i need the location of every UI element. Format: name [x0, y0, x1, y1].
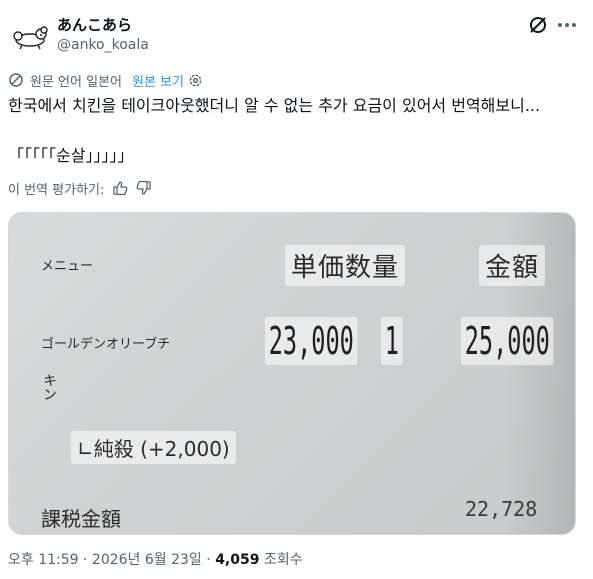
thumbs-down-icon[interactable] [136, 180, 152, 196]
tweet-text-quote: 「「「「「순살」」」」」 [8, 146, 134, 165]
receipt-item-name: ゴールデンオリーブチ [41, 337, 171, 352]
grok-icon [530, 17, 546, 33]
original-language-label: 원문 언어 일본어 [30, 74, 122, 90]
grok-button[interactable] [527, 14, 549, 36]
tweet-text: 한국에서 치킨을 테이크아웃했더니 알 수 없는 추가 요금이 있어서 번역해보… [8, 96, 541, 115]
gear-icon[interactable] [188, 73, 203, 88]
rate-translation: 이 번역 평가하기: [8, 178, 152, 198]
rate-translation-label: 이 번역 평가하기: [8, 182, 105, 198]
thumbs-up-icon[interactable] [112, 180, 128, 196]
show-original-link[interactable]: 원본 보기 [132, 71, 184, 90]
receipt-unit-price-qty: 単価数量 [285, 245, 406, 286]
meta-separator-2: · [206, 552, 211, 568]
display-name[interactable]: あんこあら [57, 14, 132, 35]
tweet-time[interactable]: 오후 11:59 [8, 552, 79, 568]
receipt-menu-label: メニュー [41, 259, 94, 274]
receipt-option: ∟純殺 (+2,000) [71, 431, 236, 464]
avatar[interactable] [8, 14, 52, 58]
receipt-quantity: 1 [381, 317, 403, 365]
meta-separator: · [83, 552, 88, 568]
translate-icon [9, 73, 23, 87]
tweet-date[interactable]: 2026년 6월 23일 [92, 552, 202, 568]
receipt-amount-header: 金額 [479, 245, 546, 286]
receipt-taxable-value: 22,728 [465, 497, 538, 521]
more-button[interactable] [556, 14, 578, 36]
views-count: 4,059 [215, 552, 260, 568]
more-icon [558, 23, 576, 27]
receipt-taxable-label: 課税金額 [41, 507, 121, 531]
views-label: 조회수 [263, 552, 303, 568]
tweet-meta: 오후 11:59 · 2026년 6월 23일 · 4,059 조회수 [8, 549, 303, 569]
receipt-unit-price: 23,000 [265, 317, 358, 365]
koala-avatar-icon [8, 14, 52, 58]
user-handle[interactable]: @anko_koala [57, 37, 149, 53]
receipt-handwritten: キン [41, 373, 57, 401]
translation-info: 원문 언어 일본어 원본 보기 [8, 70, 203, 90]
receipt-photo[interactable]: メニュー 単価数量 金額 ゴールデンオリーブチ 23,000 1 25,000 … [8, 212, 576, 535]
receipt-line-amount: 25,000 [461, 317, 554, 365]
